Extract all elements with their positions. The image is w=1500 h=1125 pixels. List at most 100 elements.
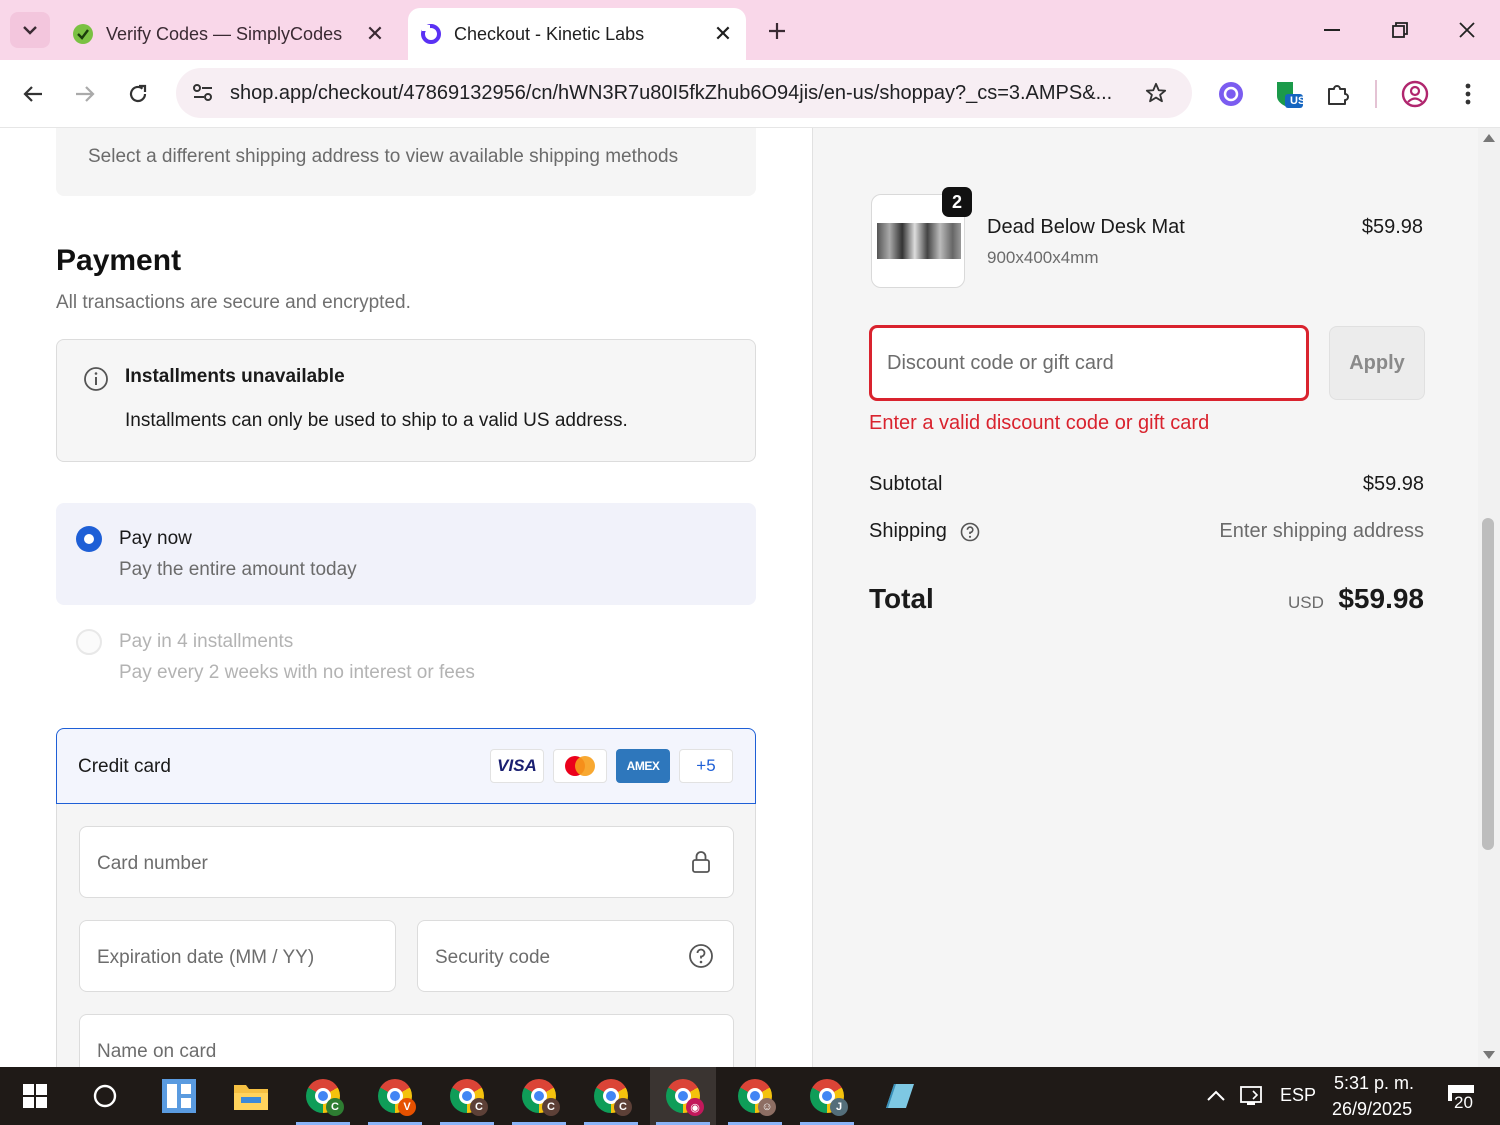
amex-logo: AMEX — [616, 749, 670, 783]
notice-text: Installments can only be used to ship to… — [125, 410, 628, 431]
discount-error-message: Enter a valid discount code or gift card — [869, 412, 1210, 434]
profile-badge: C — [542, 1098, 560, 1116]
search-button[interactable] — [72, 1067, 138, 1125]
help-question-icon[interactable] — [688, 943, 714, 969]
chrome-window-5[interactable]: C — [578, 1067, 644, 1125]
app-book-button[interactable] — [866, 1067, 932, 1125]
chrome-window-7[interactable]: ☺ — [722, 1067, 788, 1125]
lock-icon — [692, 851, 710, 873]
minimize-button[interactable] — [1302, 8, 1362, 52]
tab-title: Checkout - Kinetic Labs — [454, 23, 645, 44]
toolbar-separator — [1375, 80, 1377, 108]
discount-placeholder: Discount code or gift card — [887, 352, 1114, 374]
chrome-window-2[interactable]: V — [362, 1067, 428, 1125]
pay-in-installments-option[interactable]: Pay in 4 installments Pay every 2 weeks … — [56, 623, 756, 703]
discount-code-input[interactable]: Discount code or gift card — [869, 325, 1309, 401]
shop-favicon-icon — [420, 23, 442, 45]
product-name: Dead Below Desk Mat — [987, 216, 1185, 238]
address-bar[interactable]: shop.app/checkout/47869132956/cn/hWN3R7u… — [176, 68, 1192, 118]
simplycodes-favicon-icon — [72, 23, 94, 45]
close-tab-icon[interactable]: ✕ — [708, 19, 738, 49]
profile-avatar-badge-icon: ☺ — [758, 1098, 776, 1116]
name-on-card-field[interactable]: Name on card — [79, 1014, 734, 1067]
chrome-window-1[interactable]: C — [290, 1067, 356, 1125]
installments-radio[interactable] — [76, 629, 102, 655]
quantity-badge: 2 — [942, 187, 972, 217]
forward-button[interactable] — [65, 74, 105, 114]
url-text: shop.app/checkout/47869132956/cn/hWN3R7u… — [230, 81, 1113, 104]
book-app-icon — [886, 1084, 914, 1108]
expiration-date-field[interactable]: Expiration date (MM / YY) — [79, 920, 396, 992]
bookmark-star-icon[interactable] — [1136, 73, 1176, 113]
arrow-left-icon — [23, 86, 42, 102]
installments-unavailable-notice: Installments unavailable Installments ca… — [56, 339, 756, 462]
tab-simplycodes[interactable]: Verify Codes — SimplyCodes ✕ — [58, 8, 398, 60]
network-status-button[interactable] — [1222, 1067, 1282, 1125]
chrome-window-6[interactable]: ◉ — [650, 1067, 716, 1125]
credit-card-method[interactable]: Credit card VISA AMEX +5 — [56, 728, 756, 804]
scroll-up-arrow-icon[interactable] — [1483, 134, 1495, 142]
notification-center-button[interactable]: 20 — [1430, 1067, 1492, 1125]
subtotal-label: Subtotal — [869, 473, 943, 495]
restore-icon — [1392, 22, 1408, 38]
browser-toolbar: shop.app/checkout/47869132956/cn/hWN3R7u… — [0, 60, 1500, 128]
profile-badge: V — [398, 1098, 416, 1116]
total-row: Total USD $59.98 — [869, 583, 1424, 615]
checkout-main-column: Select a different shipping address to v… — [0, 128, 812, 1067]
payment-heading: Payment — [56, 244, 182, 277]
credit-card-form: Card number Expiration date (MM / YY) Se… — [56, 804, 756, 1067]
language-indicator[interactable]: ESP — [1280, 1085, 1316, 1106]
close-tab-icon[interactable]: ✕ — [360, 19, 390, 49]
pay-now-title: Pay now — [119, 528, 192, 549]
app-grid-button[interactable] — [146, 1067, 212, 1125]
pay-now-radio[interactable] — [76, 526, 102, 552]
product-image — [877, 223, 961, 259]
clock-date[interactable]: 26/9/2025 — [1332, 1099, 1412, 1120]
close-window-button[interactable] — [1437, 8, 1497, 52]
restore-button[interactable] — [1370, 8, 1430, 52]
security-code-field[interactable]: Security code — [417, 920, 734, 992]
info-icon — [84, 367, 108, 391]
total-label: Total — [869, 583, 934, 614]
clock-time[interactable]: 5:31 p. m. — [1334, 1073, 1414, 1094]
scrollbar-thumb[interactable] — [1482, 518, 1494, 850]
reload-button[interactable] — [118, 74, 158, 114]
file-explorer-button[interactable] — [218, 1067, 284, 1125]
back-button[interactable] — [13, 74, 53, 114]
reload-icon — [129, 84, 147, 103]
tab-checkout[interactable]: Checkout - Kinetic Labs ✕ — [408, 8, 746, 60]
site-info-icon[interactable] — [188, 78, 218, 108]
extension-purple-icon[interactable] — [1211, 74, 1251, 114]
product-variant: 900x400x4mm — [987, 248, 1099, 267]
browser-menu-icon[interactable] — [1448, 74, 1488, 114]
plus-icon — [769, 23, 785, 39]
scroll-down-arrow-icon[interactable] — [1483, 1051, 1495, 1059]
start-button[interactable] — [2, 1067, 68, 1125]
expiration-placeholder: Expiration date (MM / YY) — [97, 947, 315, 968]
card-number-field[interactable]: Card number — [79, 826, 734, 898]
chrome-window-3[interactable]: C — [434, 1067, 500, 1125]
chrome-window-4[interactable]: C — [506, 1067, 572, 1125]
total-amount-group: USD $59.98 — [1288, 583, 1424, 615]
mastercard-logo-icon — [553, 749, 607, 783]
security-code-placeholder: Security code — [435, 947, 551, 968]
new-tab-button[interactable] — [760, 14, 794, 48]
help-question-icon[interactable] — [960, 522, 980, 542]
page-scrollbar[interactable] — [1478, 128, 1500, 1067]
windows-logo-icon — [23, 1084, 47, 1108]
order-summary: 2 Dead Below Desk Mat 900x400x4mm $59.98… — [812, 128, 1478, 1067]
payment-subtitle: All transactions are secure and encrypte… — [56, 292, 411, 313]
extension-shield-icon[interactable]: US — [1268, 74, 1308, 114]
arrow-right-icon — [76, 86, 95, 102]
notice-title: Installments unavailable — [125, 366, 345, 387]
tab-strip: Verify Codes — SimplyCodes ✕ Checkout - … — [0, 0, 1500, 60]
extensions-puzzle-icon[interactable] — [1318, 74, 1358, 114]
extension-badge: US — [1290, 95, 1306, 107]
profile-avatar-icon[interactable] — [1395, 74, 1435, 114]
tab-search-button[interactable] — [10, 12, 50, 48]
more-cards-badge: +5 — [679, 749, 733, 783]
apply-discount-button[interactable]: Apply — [1329, 326, 1425, 400]
chrome-window-8[interactable]: J — [794, 1067, 860, 1125]
product-price: $59.98 — [1361, 216, 1423, 238]
pay-now-option[interactable]: Pay now Pay the entire amount today — [56, 503, 756, 605]
